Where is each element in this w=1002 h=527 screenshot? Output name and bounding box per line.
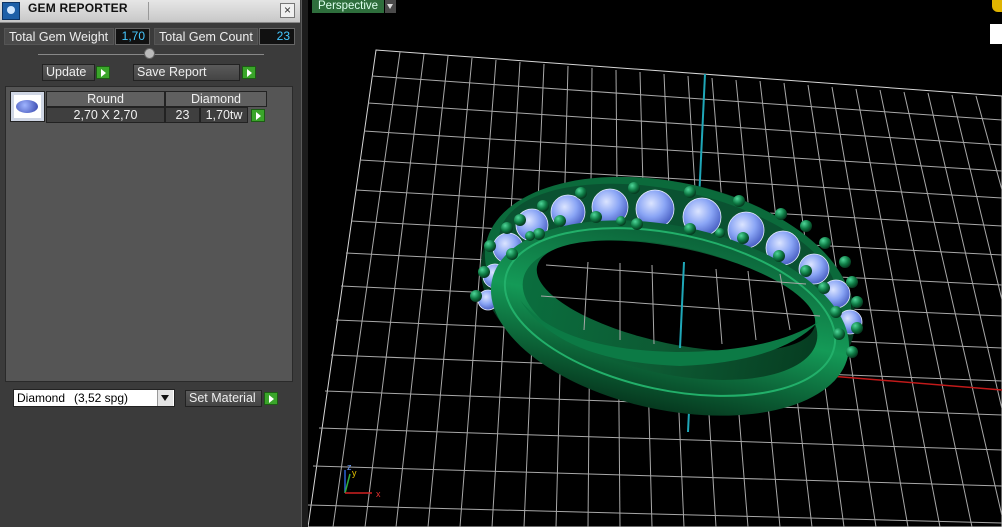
total-gem-count-label: Total Gem Count (154, 28, 258, 45)
save-report-go-icon[interactable] (242, 66, 256, 79)
panel-slider-handle[interactable] (144, 48, 155, 59)
gem-report-list (5, 86, 293, 382)
set-material-go-icon[interactable] (264, 392, 278, 405)
round-diamond-icon (14, 95, 41, 118)
gem-material-header: Diamond (165, 91, 267, 107)
save-report-button[interactable]: Save Report (133, 64, 240, 81)
update-go-icon[interactable] (96, 66, 110, 79)
gizmo-y-label: y (352, 468, 357, 478)
total-gem-weight-value: 1,70 (115, 28, 150, 45)
ring-model[interactable] (459, 145, 877, 446)
gizmo-x-label: x (376, 489, 381, 499)
perspective-viewport[interactable]: z y x Perspective (308, 0, 1002, 527)
gem-reporter-panel: GEM REPORTER × Total Gem Weight 1,70 Tot… (0, 0, 301, 527)
chevron-down-icon[interactable] (157, 390, 173, 406)
total-gem-weight-label: Total Gem Weight (4, 28, 114, 45)
gem-count-cell: 23 (165, 107, 200, 123)
viewport-menu-chevron-icon[interactable] (385, 0, 396, 13)
material-select[interactable]: Diamond (3,52 spg) (13, 389, 175, 407)
panel-title: GEM REPORTER (28, 1, 128, 15)
render-preview-icon[interactable] (992, 0, 1002, 12)
close-icon[interactable]: × (280, 3, 295, 18)
viewport-side-control[interactable] (990, 24, 1002, 44)
material-select-value: Diamond (17, 391, 66, 405)
update-button[interactable]: Update (42, 64, 95, 81)
gem-shape-header: Round (46, 91, 165, 107)
viewport-name-tab[interactable]: Perspective (312, 0, 384, 13)
panel-titlebar: GEM REPORTER × (0, 0, 300, 23)
gem-row-go-icon[interactable] (251, 109, 265, 122)
gem-weight-cell: 1,70tw (200, 107, 248, 123)
material-specific-gravity: (3,52 spg) (74, 391, 129, 405)
set-material-button[interactable]: Set Material (185, 390, 262, 407)
title-divider (148, 2, 149, 20)
gem-thumbnail[interactable] (10, 91, 45, 122)
viewport-scene[interactable]: z y x (308, 0, 1002, 527)
gem-size-cell: 2,70 X 2,70 (46, 107, 165, 123)
panel-splitter[interactable] (301, 0, 308, 527)
total-gem-count-value: 23 (259, 28, 295, 45)
gem-reporter-icon (2, 2, 20, 20)
